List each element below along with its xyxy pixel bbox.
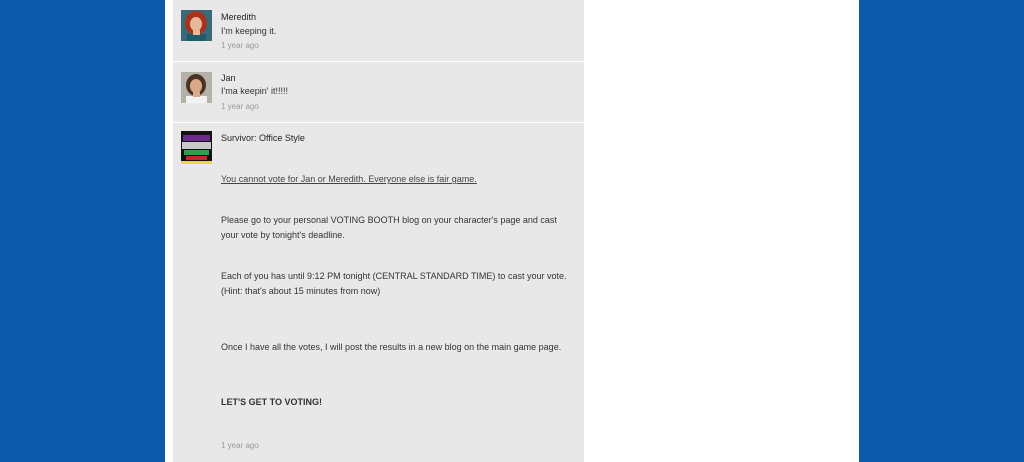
avatar-dark-haired-woman-icon bbox=[181, 72, 212, 103]
comment-item: Jan I'ma keepin' it!!!!! 1 year ago bbox=[173, 62, 584, 123]
post-paragraph-line: (Hint: that's about 15 minutes from now) bbox=[221, 286, 381, 296]
comment-item: Survivor: Office Style You cannot vote f… bbox=[173, 123, 584, 462]
post-paragraph-line: Please go to your personal VOTING BOOTH … bbox=[221, 215, 557, 225]
comment-author[interactable]: Jan bbox=[221, 73, 236, 83]
comment-text: I'ma keepin' it!!!!! bbox=[221, 86, 288, 96]
post-paragraph-line: Each of you has until 9:12 PM tonight (C… bbox=[221, 271, 567, 281]
comment-author[interactable]: Meredith bbox=[221, 12, 256, 22]
comment-item: Meredith I'm keeping it. 1 year ago bbox=[173, 0, 584, 62]
avatar[interactable] bbox=[181, 10, 212, 41]
page-content: Meredith I'm keeping it. 1 year ago Jan … bbox=[165, 0, 859, 462]
avatar-redhead-woman-icon bbox=[181, 10, 212, 41]
post-call-to-action: LET'S GET TO VOTING! bbox=[221, 397, 322, 407]
rule-link[interactable]: You cannot vote for Jan or Meredith. Eve… bbox=[221, 172, 577, 187]
comment-timestamp[interactable]: 1 year ago bbox=[221, 41, 259, 50]
post-paragraph: Once I have all the votes, I will post t… bbox=[221, 342, 562, 352]
comment-timestamp[interactable]: 1 year ago bbox=[221, 102, 259, 111]
avatar[interactable] bbox=[181, 131, 212, 164]
survivor-logo-icon bbox=[181, 131, 212, 164]
comment-timestamp[interactable]: 1 year ago bbox=[221, 441, 259, 450]
avatar[interactable] bbox=[181, 72, 212, 103]
post-author[interactable]: Survivor: Office Style bbox=[221, 133, 305, 143]
comment-text: I'm keeping it. bbox=[221, 26, 277, 36]
post-paragraph-line: your vote by tonight's deadline. bbox=[221, 230, 345, 240]
comment-feed: Meredith I'm keeping it. 1 year ago Jan … bbox=[173, 0, 584, 462]
